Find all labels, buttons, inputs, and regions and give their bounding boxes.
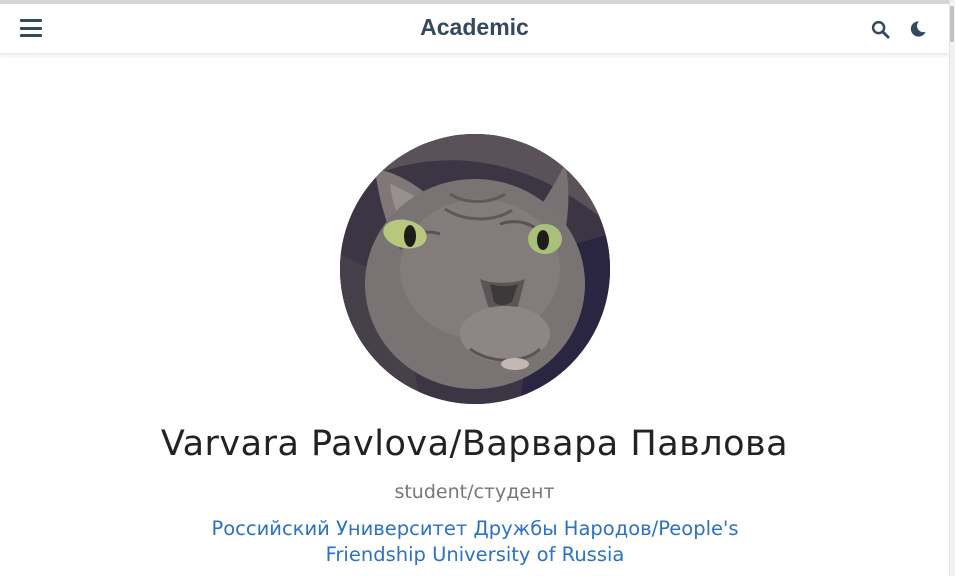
navbar: Academic: [0, 4, 949, 54]
organization-line-2: Friendship University of Russia: [325, 543, 625, 566]
moon-icon[interactable]: [907, 18, 929, 40]
organization-line-1: Российский Университет Дружбы Народов/Pe…: [211, 517, 739, 540]
site-brand[interactable]: Academic: [420, 14, 529, 40]
page: Academic Varvara Pavlova/Варвара Павлова…: [0, 0, 955, 576]
profile-name: Varvara Pavlova/Варвара Павлова: [160, 424, 789, 464]
scrollbar[interactable]: [949, 0, 955, 576]
site-brand-wrapper: Academic: [0, 14, 949, 41]
avatar: [340, 134, 610, 404]
search-icon[interactable]: [869, 18, 891, 40]
scrollbar-thumb[interactable]: [950, 6, 954, 42]
cat-avatar-photo: [340, 134, 610, 404]
hamburger-menu-icon[interactable]: [20, 17, 42, 39]
profile-role: student/студент: [394, 481, 555, 503]
organization-link[interactable]: Российский Университет Дружбы Народов/Pe…: [175, 516, 775, 568]
